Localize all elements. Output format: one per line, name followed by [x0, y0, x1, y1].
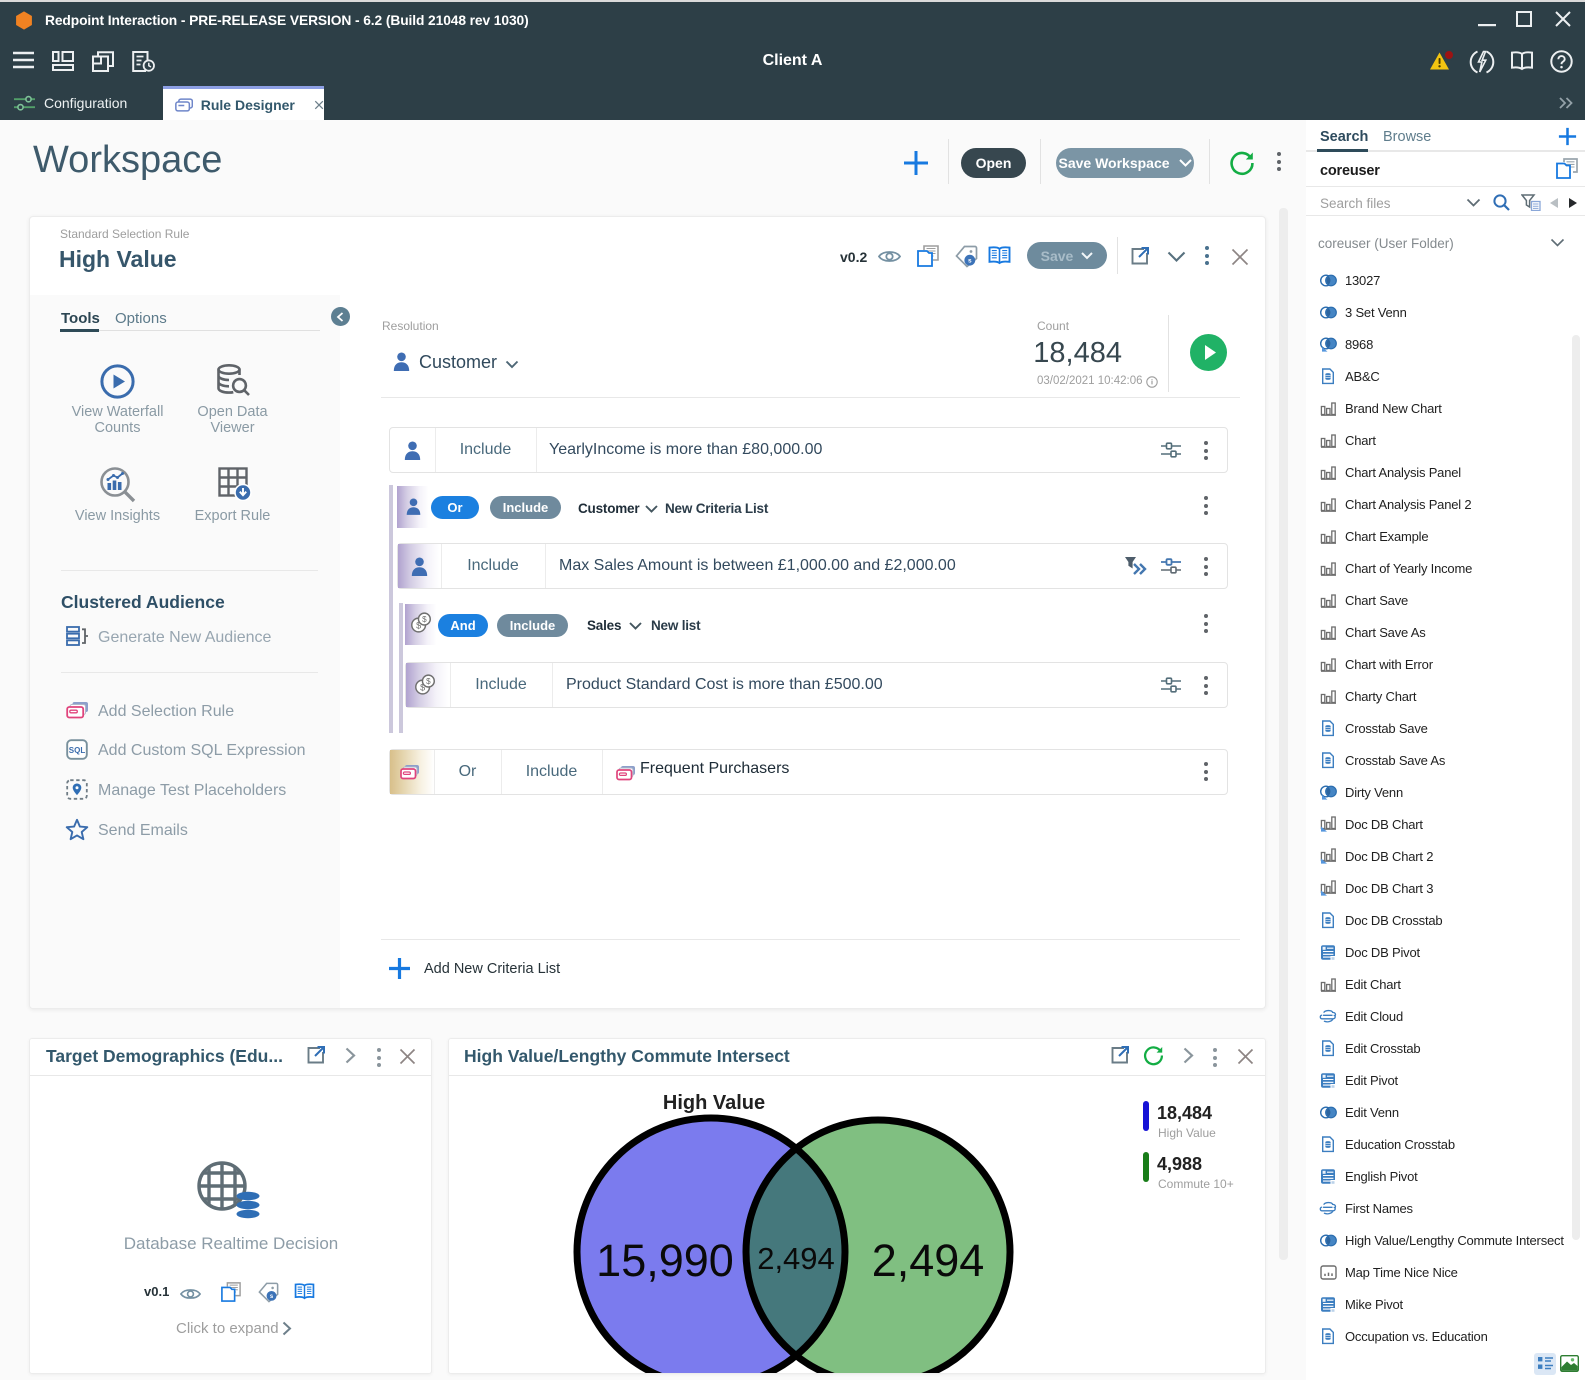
svg-text:15,990: 15,990	[596, 1235, 734, 1286]
svg-text:$: $	[426, 677, 431, 686]
svg-text:$: $	[422, 615, 427, 624]
svg-text:High Value: High Value	[663, 1092, 765, 1114]
svg-text:s: s	[968, 258, 972, 265]
svg-text:2,494: 2,494	[757, 1241, 835, 1276]
svg-text:2,494: 2,494	[872, 1235, 985, 1286]
svg-text:SQL: SQL	[69, 746, 86, 755]
